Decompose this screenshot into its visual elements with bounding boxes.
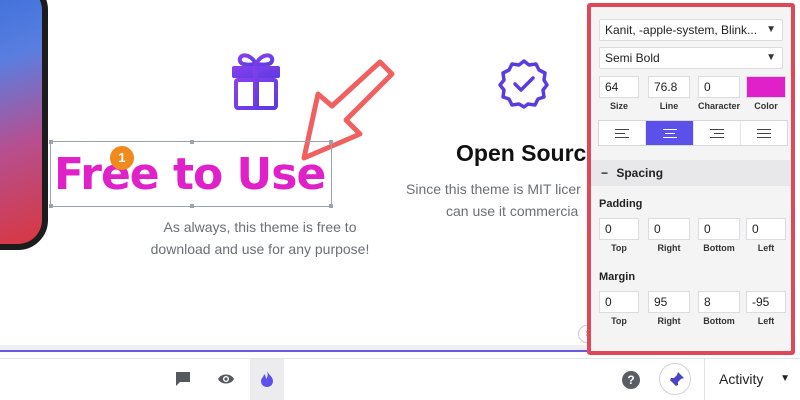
comment-icon[interactable] xyxy=(166,359,200,400)
align-right-button[interactable] xyxy=(694,121,741,145)
pin-button[interactable] xyxy=(659,363,691,395)
padding-bottom-label: Bottom xyxy=(703,243,735,253)
padding-right-label: Right xyxy=(657,243,681,253)
canvas-progress-line xyxy=(0,350,590,352)
style-inspector-panel: Kanit, -apple-system, Blink... ▼ Semi Bo… xyxy=(587,3,795,355)
padding-left-label: Left xyxy=(757,243,775,253)
text-align-group xyxy=(598,120,788,146)
chevron-down-icon: ▼ xyxy=(766,24,776,35)
margin-right-label: Right xyxy=(657,316,681,326)
second-feature-description: Since this theme is MIT licer can use it… xyxy=(406,178,590,222)
activity-label: Activity xyxy=(719,371,764,387)
verified-badge-icon xyxy=(498,59,549,109)
help-icon[interactable]: ? xyxy=(622,371,640,389)
activity-dropdown[interactable]: Activity ▼ xyxy=(704,358,800,400)
padding-bottom-input[interactable]: 0 xyxy=(698,218,740,240)
spacing-section-header[interactable]: − Spacing xyxy=(591,160,791,186)
margin-top-label: Top xyxy=(611,316,627,326)
headline-text[interactable]: Free to Use xyxy=(54,143,326,207)
resize-handle[interactable] xyxy=(49,140,53,144)
margin-top-input[interactable]: 0 xyxy=(599,291,639,313)
second-feature-line: can use it commercia xyxy=(446,203,579,219)
font-weight-value: Semi Bold xyxy=(605,51,660,65)
phone-mockup xyxy=(0,0,48,250)
editor-canvas[interactable]: Free to Use 1 As always, this theme is f… xyxy=(0,0,590,358)
pin-icon xyxy=(669,372,684,387)
padding-label: Padding xyxy=(599,198,643,210)
collapse-minus-icon: − xyxy=(601,166,609,180)
margin-bottom-input[interactable]: 8 xyxy=(698,291,740,313)
margin-left-input[interactable]: -95 xyxy=(746,291,786,313)
flame-icon[interactable] xyxy=(250,359,284,400)
resize-handle[interactable] xyxy=(329,204,333,208)
align-left-button[interactable] xyxy=(599,121,647,145)
step-marker: 1 xyxy=(110,146,134,170)
letter-spacing-label: Character xyxy=(697,101,741,111)
font-size-input[interactable]: 64 xyxy=(599,76,639,98)
margin-right-input[interactable]: 95 xyxy=(648,291,690,313)
font-family-value: Kanit, -apple-system, Blink... xyxy=(605,23,758,37)
second-feature-title: Open Sourc xyxy=(456,140,587,166)
text-color-label: Color xyxy=(754,101,778,111)
margin-label: Margin xyxy=(599,271,636,283)
chevron-down-icon: ▼ xyxy=(780,373,790,384)
chevron-down-icon: ▼ xyxy=(766,52,776,63)
text-color-swatch[interactable] xyxy=(746,76,786,98)
eye-icon[interactable] xyxy=(209,359,243,400)
letter-spacing-input[interactable]: 0 xyxy=(698,76,740,98)
font-weight-select[interactable]: Semi Bold ▼ xyxy=(599,47,783,69)
padding-right-input[interactable]: 0 xyxy=(648,218,690,240)
font-size-label: Size xyxy=(609,101,628,111)
spacing-section-title: Spacing xyxy=(616,166,664,180)
font-family-select[interactable]: Kanit, -apple-system, Blink... ▼ xyxy=(599,19,783,41)
resize-handle[interactable] xyxy=(329,140,333,144)
line-height-input[interactable]: 76.8 xyxy=(648,76,690,98)
padding-top-label: Top xyxy=(611,243,627,253)
line-height-label: Line xyxy=(659,101,679,111)
phone-screen xyxy=(0,0,42,244)
padding-left-input[interactable]: 0 xyxy=(746,218,786,240)
gift-icon xyxy=(232,53,280,110)
align-justify-button[interactable] xyxy=(741,121,787,145)
margin-left-label: Left xyxy=(757,316,775,326)
second-feature-line: Since this theme is MIT licer xyxy=(406,181,581,197)
padding-top-input[interactable]: 0 xyxy=(599,218,639,240)
resize-handle[interactable] xyxy=(49,204,53,208)
align-center-button[interactable] xyxy=(646,121,694,145)
feature-description: As always, this theme is free to downloa… xyxy=(150,219,370,257)
margin-bottom-label: Bottom xyxy=(703,316,735,326)
